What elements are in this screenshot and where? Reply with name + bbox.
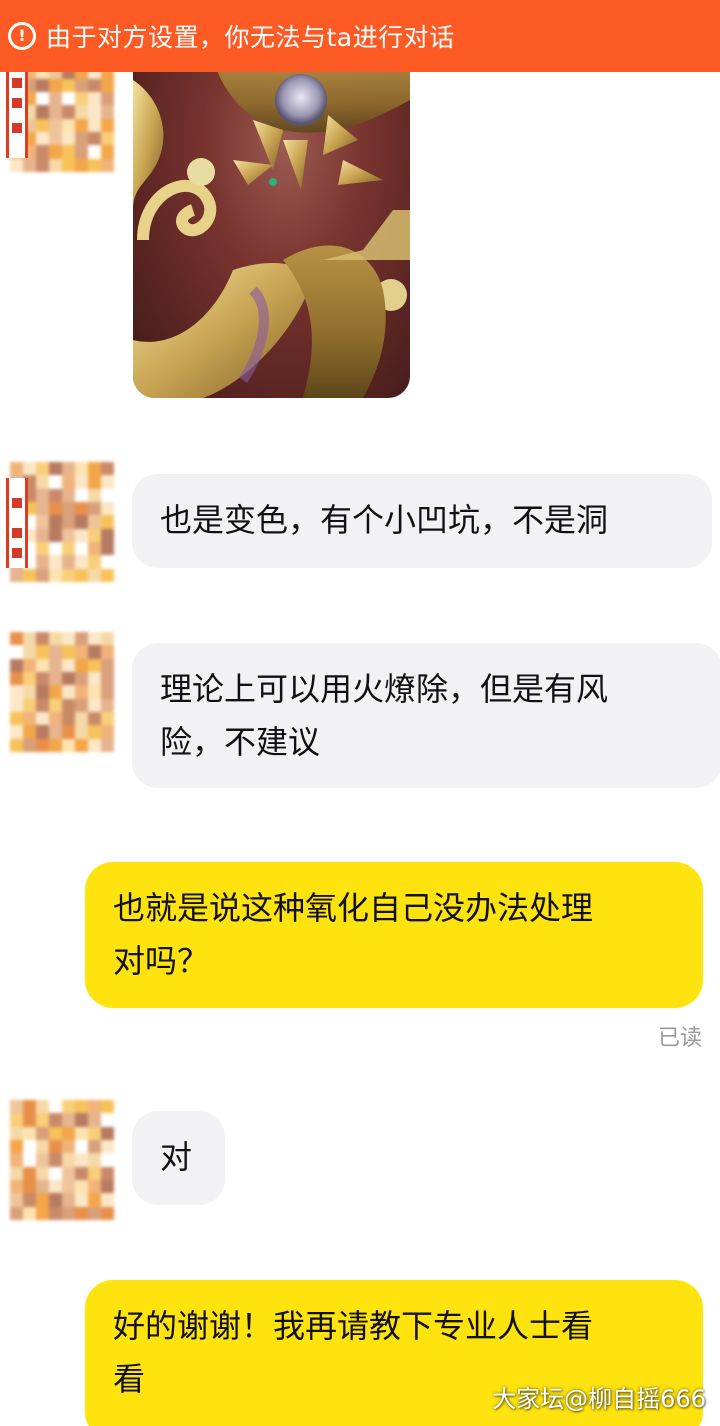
message-line: 好的谢谢！我再请教下专业人士看: [113, 1307, 594, 1345]
read-status: 已读: [657, 1026, 702, 1051]
avatar-mosaic: [10, 1100, 114, 1220]
avatar[interactable]: [0, 628, 120, 758]
message-line: 理论上可以用火燎除，但是有风: [160, 670, 609, 708]
message-line: 对吗？: [113, 942, 210, 980]
message-bubble[interactable]: 理论上可以用火燎除，但是有风 险，不建议: [132, 643, 720, 788]
chat-screen: ! 由于对方设置，你无法与ta进行对话 也是变色，有个小凹坑，不是洞 理论上可以…: [0, 0, 720, 1426]
avatar-mosaic: [10, 632, 114, 752]
message-line: 对: [160, 1138, 193, 1176]
message-bubble[interactable]: 也是变色，有个小凹坑，不是洞: [132, 474, 712, 568]
message-line: 险，不建议: [160, 723, 321, 761]
photo-message[interactable]: [133, 60, 410, 398]
seal-decoration: [6, 68, 28, 158]
message-bubble[interactable]: 对: [132, 1111, 225, 1205]
seal-decoration: [6, 478, 28, 568]
banner-text: 由于对方设置，你无法与ta进行对话: [46, 23, 455, 52]
message-bubble[interactable]: 也就是说这种氧化自己没办法处理 对吗？: [85, 862, 703, 1008]
exclamation-circle-icon: !: [8, 22, 36, 50]
watermark: 大家坛@柳自摇666: [492, 1385, 706, 1413]
chat-restricted-banner: ! 由于对方设置，你无法与ta进行对话: [0, 0, 720, 72]
avatar[interactable]: [0, 458, 120, 588]
message-line: 也就是说这种氧化自己没办法处理: [113, 889, 594, 927]
message-line: 也是变色，有个小凹坑，不是洞: [160, 501, 609, 539]
avatar[interactable]: [0, 1096, 120, 1226]
jewelry-photo: [133, 60, 410, 398]
